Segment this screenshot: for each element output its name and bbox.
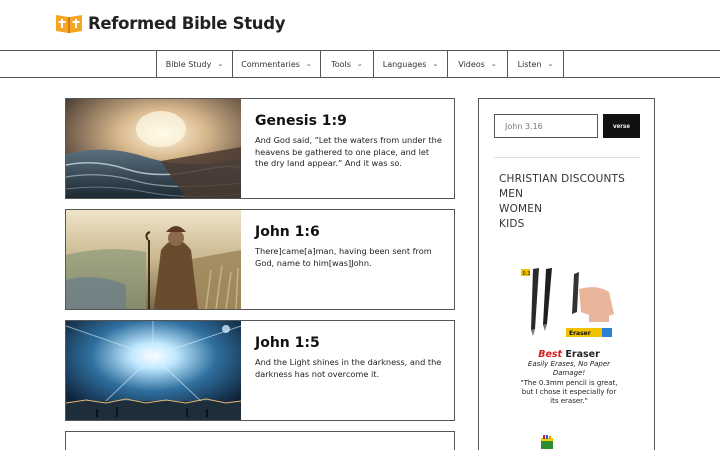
sidebar-link-men[interactable]: MEN (499, 187, 625, 202)
sidebar-link-women[interactable]: WOMEN (499, 202, 625, 217)
sidebar-link-christian-discounts[interactable]: CHRISTIAN DISCOUNTS (499, 172, 625, 187)
nav-label: Listen (517, 59, 542, 69)
nav-label: Videos (458, 59, 485, 69)
chevron-down-icon: ⌄ (490, 60, 497, 68)
nav-item-languages[interactable]: Languages ⌄ (374, 51, 448, 77)
chevron-down-icon: ⌄ (217, 60, 224, 68)
ad-badge: 0.3 (523, 271, 531, 277)
sidebar-link-kids[interactable]: KIDS (499, 217, 625, 232)
nav-item-commentaries[interactable]: Commentaries ⌄ (233, 51, 321, 77)
ad-title-best: Best (538, 349, 563, 360)
main-navigation: Bible Study ⌄ Commentaries ⌄ Tools ⌄ Langua… (0, 50, 720, 78)
nav-label: Commentaries (241, 59, 300, 69)
sidebar-links: CHRISTIAN DISCOUNTS MEN WOMEN KIDS (499, 172, 625, 232)
nav-label: Bible Study (165, 59, 212, 69)
post-title[interactable]: John 1:6 (255, 224, 445, 240)
post-card[interactable]: John 1:6 There]came[a]man, having been s… (65, 209, 455, 310)
nav-item-bible-study[interactable]: Bible Study ⌄ (157, 51, 233, 77)
site-title[interactable]: Reformed Bible Study (88, 14, 286, 33)
nav-item-listen[interactable]: Listen ⌄ (508, 51, 564, 77)
crayon-box-ad-image[interactable] (539, 435, 555, 449)
chevron-down-icon: ⌄ (356, 60, 363, 68)
open-bible-cross-icon (56, 15, 82, 33)
nav-item-tools[interactable]: Tools ⌄ (321, 51, 374, 77)
post-card[interactable]: John 1:5 And the Light shines in the dar… (65, 320, 455, 421)
eraser-ad[interactable]: 0.3 Eraser Best Eraser Easily Erases, No… (519, 264, 619, 406)
chevron-down-icon: ⌄ (547, 60, 554, 68)
site-header: Reformed Bible Study (0, 0, 720, 50)
post-list: Genesis 1:9 And God said, “Let the water… (65, 98, 455, 450)
sidebar-divider (494, 157, 640, 158)
ad-quote: "The 0.3mm pencil is great, but I chose … (520, 379, 618, 405)
post-excerpt: And God said, “Let the waters from under… (255, 135, 442, 168)
verse-search-button[interactable]: verse (603, 114, 640, 138)
nav-label: Languages (382, 59, 427, 69)
nav-item-videos[interactable]: Videos ⌄ (448, 51, 508, 77)
post-thumbnail-light-in-darkness[interactable] (66, 321, 241, 420)
nav-label: Tools (331, 59, 351, 69)
post-thumbnail-john-figure[interactable] (66, 210, 241, 309)
ad-title[interactable]: Best Eraser (519, 349, 619, 360)
post-thumbnail-sea-waters[interactable] (66, 99, 241, 198)
ad-title-rest: Eraser (562, 349, 600, 360)
post-excerpt: There]came[a]man, having been sent from … (255, 246, 432, 268)
site-logo[interactable]: Reformed Bible Study (55, 12, 286, 34)
post-card[interactable] (65, 431, 455, 450)
sidebar: verse CHRISTIAN DISCOUNTS MEN WOMEN KIDS… (478, 98, 655, 450)
post-title[interactable]: Genesis 1:9 (255, 113, 445, 129)
ad-product-label: Eraser (569, 330, 591, 337)
post-title[interactable]: John 1:5 (255, 335, 445, 351)
post-excerpt: And the Light shines in the darkness, an… (255, 357, 442, 379)
ad-subtitle: Easily Erases, No Paper Damage! (527, 360, 611, 377)
verse-search-input[interactable] (494, 114, 598, 138)
mechanical-pencil-ad-image[interactable]: 0.3 Eraser (519, 264, 619, 339)
chevron-down-icon: ⌄ (305, 60, 312, 68)
post-card[interactable]: Genesis 1:9 And God said, “Let the water… (65, 98, 455, 199)
chevron-down-icon: ⌄ (432, 60, 439, 68)
